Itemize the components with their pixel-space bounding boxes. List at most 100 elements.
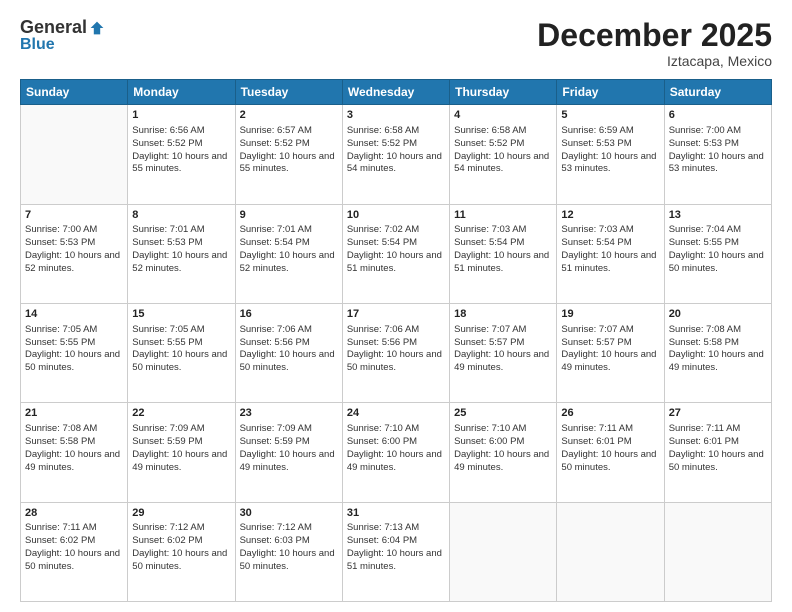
- calendar-week-row-3: 21Sunrise: 7:08 AMSunset: 5:58 PMDayligh…: [21, 403, 772, 502]
- daylight-text: Daylight: 10 hours and 49 minutes.: [132, 449, 227, 473]
- sunrise-text: Sunrise: 7:10 AM: [454, 423, 526, 434]
- calendar-cell: 12Sunrise: 7:03 AM Sunset: 5:54 PM Dayligh…: [557, 204, 664, 303]
- sunset-text: Sunset: 5:57 PM: [561, 337, 631, 348]
- sunset-text: Sunset: 5:55 PM: [669, 237, 739, 248]
- col-monday: Monday: [128, 80, 235, 105]
- daylight-text: Daylight: 10 hours and 49 minutes.: [454, 449, 549, 473]
- page: General Blue December 2025 Iztacapa, Mex…: [0, 0, 792, 612]
- calendar-cell: 17 Sunrise: 7:06 AM Sunset: 5:56 PMDayligh…: [342, 303, 449, 402]
- sunrise-text: Sunrise: 7:12 AM: [132, 522, 204, 533]
- calendar-cell: 14Sunrise: 7:05 AMSunset: 5:55 PMDayligh…: [21, 303, 128, 402]
- sunset-text: Sunset: 5:53 PM: [669, 138, 739, 149]
- daylight-text: Daylight: 10 hours and 55 minutes.: [240, 151, 335, 175]
- daylight-text: Daylight: 10 hours and 50 minutes.: [669, 250, 764, 274]
- sunrise-text: Sunrise: 6:58 AM: [454, 125, 526, 136]
- sunset-text: Sunset: 5:56 PM: [347, 337, 417, 348]
- calendar-cell: 30Sunrise: 7:12 AMSunset: 6:03 PMDayligh…: [235, 502, 342, 601]
- daylight-text: Daylight: 10 hours and 50 minutes.: [25, 548, 120, 572]
- day-number: 14: [25, 307, 123, 322]
- daylight-text: Daylight: 10 hours and 49 minutes.: [347, 449, 442, 473]
- sunrise-text: Sunrise: 7:06 AM: [240, 324, 312, 335]
- sunrise-text: Sunrise: 7:12 AM: [240, 522, 312, 533]
- sunset-text: Sunset: 6:01 PM: [561, 436, 631, 447]
- calendar-cell: 19Sunrise: 7:07 AMSunset: 5:57 PMDayligh…: [557, 303, 664, 402]
- calendar-cell: 3Sunrise: 6:58 AMSunset: 5:52 PMDaylight…: [342, 105, 449, 204]
- calendar-cell: 21Sunrise: 7:08 AMSunset: 5:58 PMDayligh…: [21, 403, 128, 502]
- daylight-text: Daylight: 10 hours and 53 minutes.: [669, 151, 764, 175]
- daylight-text: Daylight: 10 hours and 49 minutes.: [240, 449, 335, 473]
- sunset-text: Sunset: 5:57 PM: [454, 337, 524, 348]
- sunrise-text: Sunrise: 7:00 AM: [25, 224, 97, 235]
- sunset-text: Sunset: 5:52 PM: [240, 138, 310, 149]
- sunset-text: Sunset: 5:59 PM: [132, 436, 202, 447]
- day-number: 28: [25, 506, 123, 521]
- sunset-text: Sunset: 6:00 PM: [347, 436, 417, 447]
- sunset-text: Sunset: 6:01 PM: [669, 436, 739, 447]
- calendar-week-row-0: 1Sunrise: 6:56 AMSunset: 5:52 PMDaylight…: [21, 105, 772, 204]
- daylight-text: Daylight: 10 hours and 49 minutes.: [454, 349, 549, 373]
- sunrise-text: Sunrise: 7:03 AM: [561, 224, 633, 235]
- day-number: 10: [347, 208, 445, 223]
- calendar-header-row: Sunday Monday Tuesday Wednesday Thursday…: [21, 80, 772, 105]
- day-number: 7: [25, 208, 123, 223]
- title-block: December 2025 Iztacapa, Mexico: [537, 18, 772, 69]
- day-number: 13: [669, 208, 767, 223]
- daylight-text: Daylight: 10 hours and 50 minutes.: [347, 349, 442, 373]
- day-number: 31: [347, 506, 445, 521]
- sunset-text: Sunset: 6:02 PM: [132, 535, 202, 546]
- col-tuesday: Tuesday: [235, 80, 342, 105]
- sunrise-text: Sunrise: 6:58 AM: [347, 125, 419, 136]
- sunrise-text: Sunrise: 7:06 AM: [347, 324, 419, 335]
- sunrise-text: Sunrise: 7:08 AM: [25, 423, 97, 434]
- daylight-text: Daylight: 10 hours and 50 minutes.: [240, 349, 335, 373]
- calendar-cell: 8Sunrise: 7:01 AMSunset: 5:53 PMDaylight…: [128, 204, 235, 303]
- calendar-cell: [664, 502, 771, 601]
- calendar-cell: 7Sunrise: 7:00 AMSunset: 5:53 PMDaylight…: [21, 204, 128, 303]
- calendar-week-row-4: 28Sunrise: 7:11 AM Sunset: 6:02 PM Dayligh…: [21, 502, 772, 601]
- calendar-cell: 2Sunrise: 6:57 AMSunset: 5:52 PMDaylight…: [235, 105, 342, 204]
- col-sunday: Sunday: [21, 80, 128, 105]
- day-number: 20: [669, 307, 767, 322]
- calendar-cell: [557, 502, 664, 601]
- calendar-cell: 5Sunrise: 6:59 AMSunset: 5:53 PMDaylight…: [557, 105, 664, 204]
- calendar-cell: 25Sunrise: 7:10 AMSunset: 6:00 PMDayligh…: [450, 403, 557, 502]
- sunset-text: Sunset: 5:59 PM: [240, 436, 310, 447]
- daylight-text: Daylight: 10 hours and 52 minutes.: [240, 250, 335, 274]
- day-number: 24: [347, 406, 445, 421]
- calendar-cell: 31Sunrise: 7:13 AMSunset: 6:04 PMDayligh…: [342, 502, 449, 601]
- daylight-text: Daylight: 10 hours and 50 minutes.: [132, 349, 227, 373]
- sunrise-text: Sunrise: 7:01 AM: [240, 224, 312, 235]
- day-number: 9: [240, 208, 338, 223]
- day-number: 17: [347, 307, 445, 322]
- calendar-cell: 16Sunrise: 7:06 AMSunset: 5:56 PMDayligh…: [235, 303, 342, 402]
- sunrise-text: Sunrise: 7:11 AM: [561, 423, 633, 434]
- sunset-text: Sunset: 5:54 PM: [454, 237, 524, 248]
- day-number: 26: [561, 406, 659, 421]
- daylight-text: Daylight: 10 hours and 50 minutes.: [240, 548, 335, 572]
- day-number: 23: [240, 406, 338, 421]
- day-number: 1: [132, 108, 230, 123]
- sunrise-text: Sunrise: 7:01 AM: [132, 224, 204, 235]
- day-number: 19: [561, 307, 659, 322]
- logo: General Blue: [20, 18, 105, 54]
- calendar-cell: 1Sunrise: 6:56 AMSunset: 5:52 PMDaylight…: [128, 105, 235, 204]
- sunset-text: Sunset: 5:54 PM: [561, 237, 631, 248]
- sunrise-text: Sunrise: 7:11 AM: [25, 522, 97, 533]
- calendar-cell: 13Sunrise: 7:04 AMSunset: 5:55 PMDayligh…: [664, 204, 771, 303]
- location-subtitle: Iztacapa, Mexico: [537, 53, 772, 69]
- calendar-week-row-2: 14Sunrise: 7:05 AMSunset: 5:55 PMDayligh…: [21, 303, 772, 402]
- daylight-text: Daylight: 10 hours and 55 minutes.: [132, 151, 227, 175]
- sunrise-text: Sunrise: 7:00 AM: [669, 125, 741, 136]
- sunset-text: Sunset: 5:55 PM: [132, 337, 202, 348]
- sunset-text: Sunset: 5:54 PM: [240, 237, 310, 248]
- col-wednesday: Wednesday: [342, 80, 449, 105]
- day-number: 3: [347, 108, 445, 123]
- sunset-text: Sunset: 6:03 PM: [240, 535, 310, 546]
- daylight-text: Daylight: 10 hours and 50 minutes.: [561, 449, 656, 473]
- daylight-text: Daylight: 10 hours and 51 minutes.: [561, 250, 656, 274]
- day-number: 12: [561, 208, 659, 223]
- sunrise-text: Sunrise: 6:57 AM: [240, 125, 312, 136]
- daylight-text: Daylight: 10 hours and 54 minutes.: [454, 151, 549, 175]
- sunrise-text: Sunrise: 7:08 AM: [669, 324, 741, 335]
- calendar-cell: 29Sunrise: 7:12 AMSunset: 6:02 PMDayligh…: [128, 502, 235, 601]
